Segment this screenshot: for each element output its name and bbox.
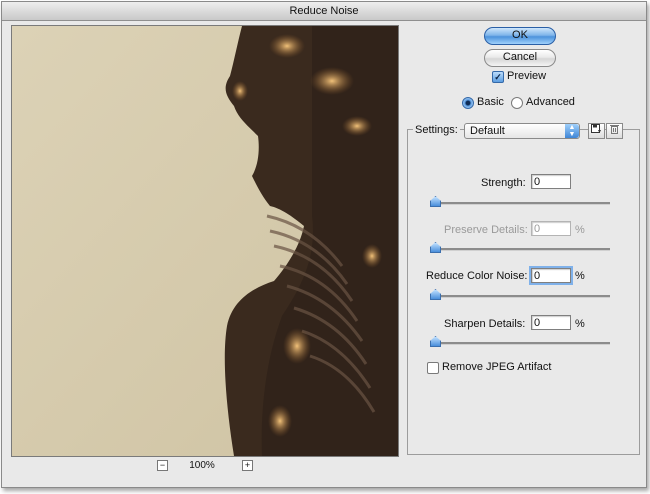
preserve-details-label: Preserve Details: bbox=[444, 224, 528, 236]
preserve-details-unit: % bbox=[575, 224, 585, 236]
reduce-color-noise-unit: % bbox=[575, 270, 585, 282]
ok-button[interactable]: OK bbox=[484, 27, 556, 45]
reduce-color-noise-input[interactable]: 0 bbox=[529, 266, 573, 285]
strength-slider[interactable] bbox=[430, 196, 610, 207]
reduce-color-noise-slider[interactable] bbox=[430, 289, 610, 300]
cancel-button[interactable]: Cancel bbox=[484, 49, 556, 67]
remove-jpeg-artifact-label: Remove JPEG Artifact bbox=[442, 361, 552, 373]
trash-icon[interactable] bbox=[606, 123, 623, 139]
zoom-controls: − 100% + bbox=[152, 460, 262, 474]
window-title: Reduce Noise bbox=[2, 2, 646, 21]
basic-radio[interactable] bbox=[462, 97, 474, 109]
zoom-in-button[interactable]: + bbox=[242, 460, 253, 471]
strength-input[interactable]: 0 bbox=[531, 174, 571, 189]
advanced-label: Advanced bbox=[526, 96, 575, 108]
preview-label: Preview bbox=[507, 70, 547, 82]
save-disk-icon[interactable] bbox=[588, 123, 605, 139]
preserve-details-slider[interactable] bbox=[430, 242, 610, 253]
sharpen-details-slider[interactable] bbox=[430, 336, 610, 347]
reduce-color-noise-label: Reduce Color Noise: bbox=[426, 270, 528, 282]
sharpen-details-unit: % bbox=[575, 318, 585, 330]
preview-checkbox[interactable]: ✓ bbox=[492, 71, 504, 83]
advanced-radio[interactable] bbox=[511, 97, 523, 109]
zoom-level: 100% bbox=[189, 460, 215, 471]
image-preview[interactable] bbox=[11, 25, 399, 457]
zoom-out-button[interactable]: − bbox=[157, 460, 168, 471]
settings-select-value: Default bbox=[470, 125, 505, 137]
statue-photo bbox=[12, 26, 398, 456]
sharpen-details-label: Sharpen Details: bbox=[444, 318, 526, 330]
settings-label: Settings: bbox=[413, 124, 460, 136]
up-down-arrows-icon: ▲ ▼ bbox=[565, 124, 579, 138]
settings-select[interactable]: Default ▲ ▼ bbox=[464, 123, 580, 139]
reduce-noise-dialog: Reduce Noise − 100% + OK Cancel ✓ Previe… bbox=[1, 1, 647, 488]
strength-label: Strength: bbox=[481, 177, 526, 189]
basic-label: Basic bbox=[477, 96, 504, 108]
remove-jpeg-artifact-checkbox[interactable] bbox=[427, 362, 439, 374]
preserve-details-input[interactable]: 0 bbox=[531, 221, 571, 236]
sharpen-details-input[interactable]: 0 bbox=[531, 315, 571, 330]
